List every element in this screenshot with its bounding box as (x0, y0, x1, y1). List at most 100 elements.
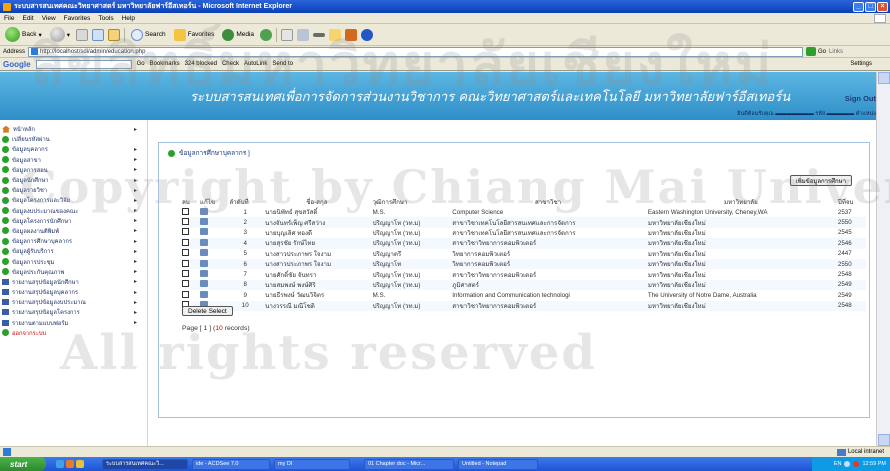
delete-checkbox[interactable] (182, 238, 189, 246)
delete-cell (180, 248, 199, 259)
menu-view[interactable]: View (42, 15, 56, 22)
refresh-icon[interactable] (91, 28, 104, 41)
menu-tools[interactable]: Tools (98, 15, 113, 22)
menu-edit[interactable]: Edit (22, 15, 33, 22)
zone-label: Local intranet (847, 449, 884, 455)
scroll-down-button[interactable] (878, 434, 890, 446)
sidebar-item[interactable]: ข้อมูลประกันคุณภาพ ▸ (0, 267, 147, 277)
edit-icon[interactable] (200, 207, 209, 215)
delete-checkbox[interactable] (182, 207, 189, 215)
quicklaunch-app-icon[interactable] (66, 460, 74, 468)
media-button[interactable]: Media (220, 28, 256, 42)
task-notepad[interactable]: Untitled - Notepad (458, 458, 538, 470)
delete-checkbox[interactable] (182, 270, 189, 278)
sidebar-item[interactable]: ข้อมูลการศึกษาบุคลากร ▸ (0, 236, 147, 246)
sidebar-item[interactable]: ข้อมูลสาขา ▸ (0, 155, 147, 165)
address-input[interactable]: http://localhost/sdi/admin/education.php (28, 46, 804, 57)
quicklaunch-ie-icon[interactable] (56, 460, 64, 468)
menu-help[interactable]: Help (122, 15, 135, 22)
edit-icon[interactable] (200, 290, 209, 298)
close-button[interactable]: × (877, 1, 888, 12)
edit-icon[interactable] (200, 238, 209, 246)
edit-icon[interactable] (313, 32, 326, 37)
settings-button[interactable]: Settings (850, 61, 872, 67)
sidebar-item[interactable]: เปลี่ยนรหัสผ่าน (0, 134, 147, 144)
forward-button[interactable]: ▾ (48, 26, 72, 43)
mail-icon[interactable] (281, 28, 294, 41)
bullet-icon (2, 237, 9, 245)
sidebar-item[interactable]: ข้อมูลผลงานตีพิมพ์ ▸ (0, 226, 147, 236)
menu-file[interactable]: File (4, 15, 14, 22)
task-word[interactable]: 01 Chapter doc - Micr... (364, 458, 454, 470)
add-education-button[interactable]: เพิ่มข้อมูลการศึกษา (789, 175, 852, 186)
google-search-input[interactable] (35, 59, 132, 69)
menu-favorites[interactable]: Favorites (64, 15, 91, 22)
sidebar-item[interactable]: รายงานสรุปข้อมูลโครงการ ▸ (0, 307, 147, 317)
minimize-button[interactable]: _ (853, 1, 864, 12)
home-button-icon[interactable] (107, 28, 120, 41)
task-acdsee[interactable]: ide - ACDSee 7.0 (192, 458, 270, 470)
language-indicator[interactable]: EN (834, 461, 842, 467)
delete-cell (180, 217, 199, 228)
row-degree: ปริญญาโท (วท.ม) (370, 279, 451, 291)
sidebar-item[interactable]: ข้อมูลการประชุม ▸ (0, 256, 147, 266)
edit-icon[interactable] (200, 218, 209, 226)
bookmarks-button[interactable]: Bookmarks (150, 61, 180, 67)
delete-select-button[interactable]: Delete Select (182, 306, 233, 316)
search-button[interactable]: Search (129, 28, 168, 42)
delete-checkbox[interactable] (182, 218, 189, 226)
sidebar-item[interactable]: รายงานตามแบบฟอร์ม ▸ (0, 318, 147, 328)
stop-icon[interactable] (75, 28, 88, 41)
edit-icon[interactable] (200, 280, 209, 288)
sidebar-item[interactable]: ข้อมูลการสอน ▸ (0, 165, 147, 175)
sidebar-item[interactable]: ข้อมูลโครงการและวิจัย ▸ (0, 195, 147, 205)
go-button[interactable]: Go (806, 47, 826, 56)
delete-checkbox[interactable] (182, 228, 189, 236)
start-button[interactable]: start (0, 457, 46, 471)
popup-blocked[interactable]: 324 blocked (185, 61, 217, 67)
history-icon[interactable] (260, 28, 273, 41)
maximize-button[interactable]: □ (865, 1, 876, 12)
sidebar-item[interactable]: หน้าหลัก ▸ (0, 124, 147, 134)
sidebar-item[interactable]: รายงานสรุปข้อมูลงบประมาณ ▸ (0, 297, 147, 307)
google-logo[interactable]: Google (3, 60, 31, 69)
sidebar-item[interactable]: ข้อมูลนักศึกษา ▸ (0, 175, 147, 185)
delete-checkbox[interactable] (182, 290, 189, 298)
scroll-up-button[interactable] (878, 72, 890, 84)
tray-alert-icon[interactable] (853, 461, 860, 467)
vertical-scrollbar[interactable] (876, 72, 890, 446)
delete-checkbox[interactable] (182, 249, 189, 257)
sign-out-link[interactable]: Sign Out (845, 94, 876, 103)
sendto-button[interactable]: Send to (272, 61, 293, 67)
bluetooth-icon[interactable] (361, 28, 374, 41)
sidebar-item[interactable]: ข้อมูลบุคลากร ▸ (0, 144, 147, 154)
sidebar-item[interactable]: ข้อมูลรายวิชา ▸ (0, 185, 147, 195)
links-label[interactable]: Links (829, 49, 843, 55)
sidebar-item[interactable]: รายงานสรุปข้อมูลนักศึกษา ▸ (0, 277, 147, 287)
messenger-icon[interactable] (345, 28, 358, 41)
folder-icon[interactable] (329, 28, 342, 41)
sidebar-item[interactable]: ออกจากระบบ (0, 328, 147, 338)
print-icon[interactable] (297, 28, 310, 41)
edit-cell (198, 238, 228, 249)
sidebar-item[interactable]: รายงานสรุปข้อมูลบุคลากร ▸ (0, 287, 147, 297)
delete-checkbox[interactable] (182, 280, 189, 288)
delete-checkbox[interactable] (182, 259, 189, 267)
quicklaunch-folder-icon[interactable] (76, 460, 84, 468)
task-folder[interactable]: my DI (274, 458, 350, 470)
sidebar-item[interactable]: ข้อมูลผู้รับบริการ ▸ (0, 246, 147, 256)
edit-icon[interactable] (200, 228, 209, 236)
sidebar-item[interactable]: ข้อมูลงบประมาณของคณะ ▸ (0, 206, 147, 216)
favorites-button[interactable]: Favorites (172, 28, 217, 42)
row-name: นายศักดิ์ชัย จันทรา (263, 269, 371, 280)
back-button[interactable]: Back ▾ (3, 26, 44, 43)
task-ie[interactable]: ระบบสารสนเทศคณะวิ... (102, 458, 188, 470)
edit-icon[interactable] (200, 259, 209, 267)
google-go-button[interactable]: Go (137, 61, 145, 67)
autolink-button[interactable]: AutoLink (244, 61, 267, 67)
edit-icon[interactable] (200, 270, 209, 278)
sidebar-item[interactable]: ข้อมูลโครงการนักศึกษา ▸ (0, 216, 147, 226)
edit-icon[interactable] (200, 249, 209, 257)
tray-network-icon[interactable] (844, 461, 851, 467)
check-button[interactable]: Check (222, 61, 239, 67)
